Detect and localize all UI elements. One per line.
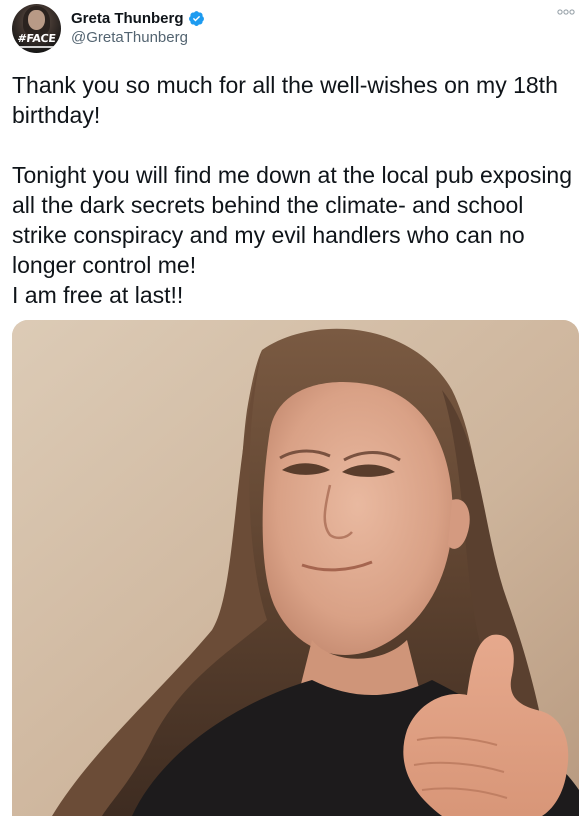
avatar-badge-underline	[19, 46, 54, 48]
author-handle[interactable]: @GretaThunberg	[71, 29, 205, 46]
avatar-badge-text: #FACE	[16, 32, 57, 45]
display-name-row: Greta Thunberg	[71, 8, 205, 28]
tweet-line-1: Thank you so much for all the well-wishe…	[12, 72, 558, 128]
tweet-text: Thank you so much for all the well-wishe…	[12, 70, 576, 310]
tweet-card: #FACE Greta Thunberg @GretaThunberg Than…	[0, 0, 585, 816]
author-names: Greta Thunberg @GretaThunberg	[71, 8, 205, 46]
tweet-line-3: I am free at last!!	[12, 282, 184, 308]
tweet-photo[interactable]	[12, 320, 579, 816]
display-name[interactable]: Greta Thunberg	[71, 10, 184, 27]
photo-illustration	[12, 320, 579, 816]
ellipsis-icon[interactable]	[557, 8, 575, 18]
avatar-face	[28, 10, 45, 30]
verified-badge-icon	[188, 10, 205, 27]
tweet-line-2: Tonight you will find me down at the loc…	[12, 162, 573, 278]
avatar[interactable]: #FACE	[12, 4, 61, 53]
